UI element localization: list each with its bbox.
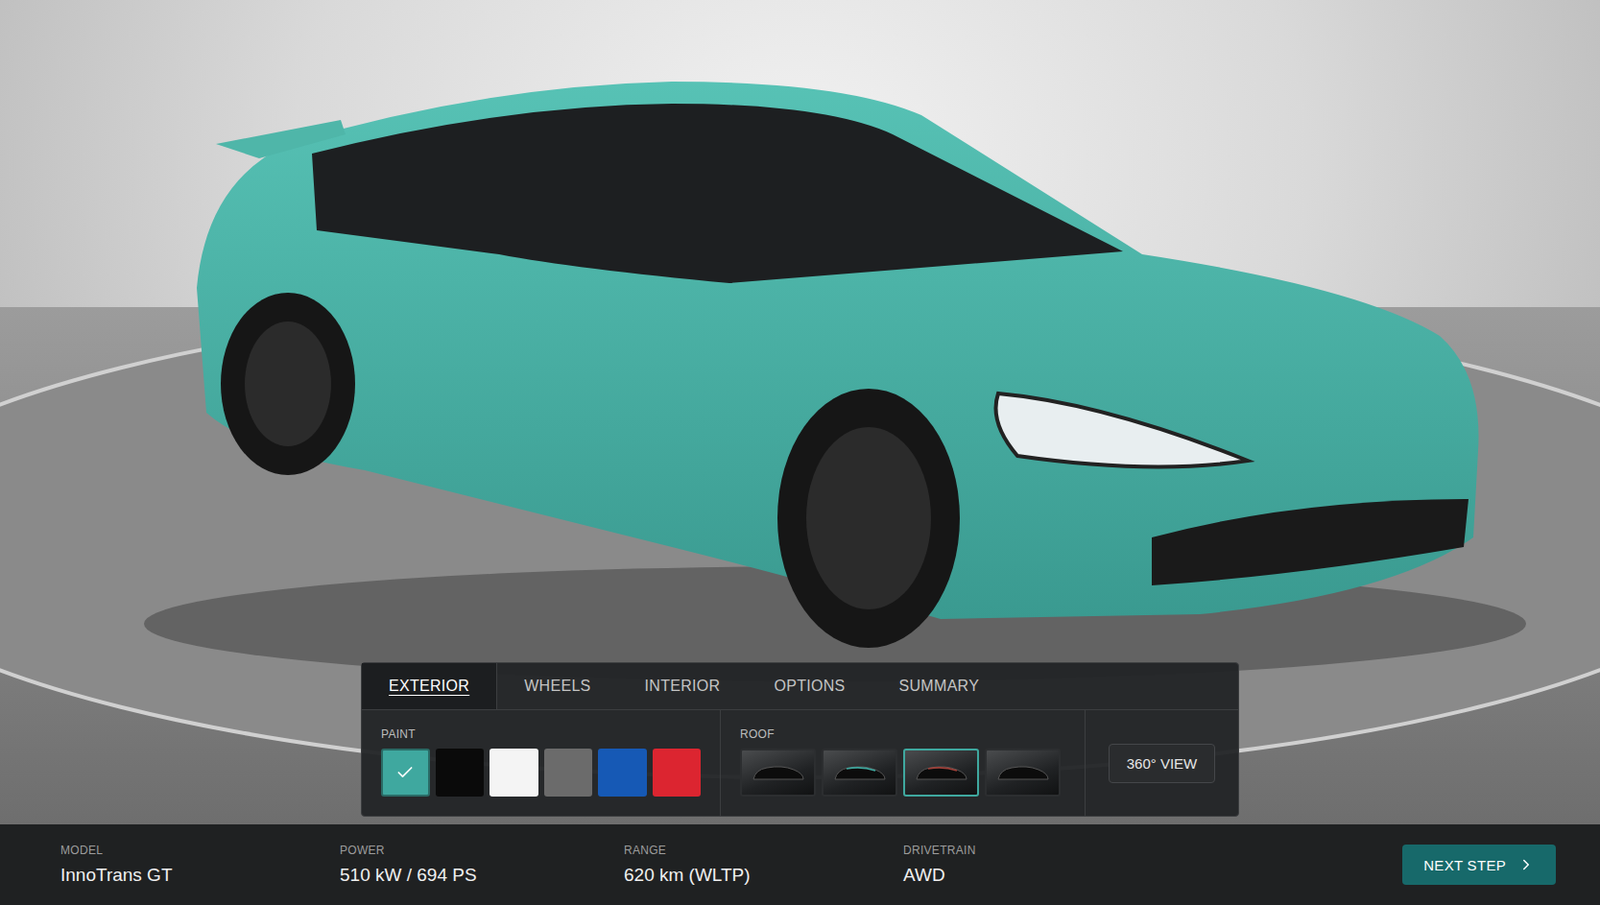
paint-swatch[interactable]: [489, 748, 539, 797]
spec-label: RANGE: [623, 843, 904, 858]
paint-swatch[interactable]: [597, 748, 647, 797]
roof-row: [740, 748, 1066, 797]
paint-swatch[interactable]: [381, 748, 430, 797]
chevron-right-icon: [1517, 856, 1535, 874]
paint-swatch[interactable]: [435, 748, 485, 797]
spec-item: MODEL InnoTrans GT: [60, 843, 340, 886]
configurator-page: EXTERIORWHEELSINTERIOROPTIONSSUMMARYPAIN…: [0, 0, 1600, 905]
spec-bar: MODELInnoTrans GTPOWER510 kW / 694 PSRAN…: [0, 824, 1600, 905]
next-step-button[interactable]: NEXT STEP: [1402, 844, 1556, 885]
tab-bar: EXTERIORWHEELSINTERIOROPTIONSSUMMARY: [361, 663, 1239, 711]
spec-value: 510 kW / 694 PS: [339, 864, 624, 886]
spec-value: AWD: [903, 864, 1403, 886]
paint-swatch[interactable]: [652, 748, 702, 797]
paint-swatch[interactable]: [544, 748, 594, 797]
paint-section: PAINT: [361, 710, 721, 816]
spec-item: DRIVETRAIN AWD: [903, 843, 1403, 886]
roof-option[interactable]: [984, 748, 1061, 797]
roof-option[interactable]: [740, 748, 816, 797]
tab[interactable]: WHEELS: [497, 663, 618, 710]
roof-car-icon: [912, 760, 971, 786]
section-label: ROOF: [740, 727, 1066, 741]
roof-option[interactable]: [821, 748, 898, 797]
spec-label: DRIVETRAIN: [903, 843, 1403, 858]
roof-option[interactable]: [903, 748, 980, 797]
stage: EXTERIORWHEELSINTERIOROPTIONSSUMMARYPAIN…: [0, 0, 1600, 825]
swatch-row: [381, 748, 701, 797]
spec-item: POWER 510 kW / 694 PS: [339, 843, 624, 886]
tab[interactable]: EXTERIOR: [361, 663, 498, 710]
roof-car-icon: [749, 760, 808, 786]
roof-car-icon: [994, 760, 1052, 786]
tab[interactable]: INTERIOR: [618, 663, 748, 710]
spec-value: 620 km (WLTP): [623, 864, 904, 886]
check-icon: [395, 763, 415, 783]
spec-value: InnoTrans GT: [60, 864, 340, 886]
spec-label: MODEL: [60, 843, 340, 858]
360-view-button[interactable]: 360° VIEW: [1108, 743, 1217, 784]
tab[interactable]: OPTIONS: [746, 663, 872, 710]
config-panel: EXTERIORWHEELSINTERIOROPTIONSSUMMARYPAIN…: [360, 662, 1240, 817]
tab[interactable]: SUMMARY: [872, 663, 1007, 710]
roof-section: ROOF: [720, 710, 1086, 816]
panel-content: PAINT ROOF 360° VIEW: [361, 710, 1239, 816]
section-label: PAINT: [381, 727, 701, 741]
spec-label: POWER: [339, 843, 624, 858]
view-cell: 360° VIEW: [1085, 710, 1239, 816]
spec-item: RANGE 620 km (WLTP): [623, 843, 904, 886]
roof-car-icon: [831, 760, 889, 786]
